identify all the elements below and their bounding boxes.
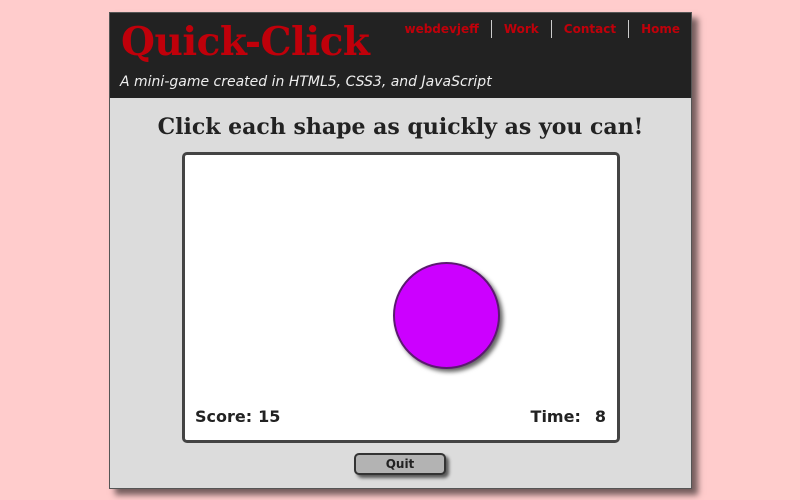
score-value: 15 — [258, 407, 281, 426]
time-label: Time: — [530, 407, 581, 426]
nav-link-work[interactable]: Work — [492, 22, 551, 36]
time-value: 8 — [594, 407, 606, 426]
game-instructions: Click each shape as quickly as you can! — [157, 114, 644, 140]
nav-link-contact[interactable]: Contact — [552, 22, 628, 36]
time-display: Time: 8 — [531, 407, 606, 426]
site-header: Quick-Click A mini-game created in HTML5… — [110, 13, 691, 98]
game-board[interactable]: Score: 15 Time: 8 — [182, 152, 620, 443]
target-shape-circle[interactable] — [393, 262, 500, 369]
page-container: Quick-Click A mini-game created in HTML5… — [109, 12, 692, 489]
score-display: Score: 15 — [195, 407, 280, 426]
nav-link-home[interactable]: Home — [629, 22, 680, 36]
top-nav: webdevjeff Work Contact Home — [392, 19, 680, 39]
quit-button[interactable]: Quit — [354, 453, 446, 475]
nav-link-webdevjeff[interactable]: webdevjeff — [392, 22, 490, 36]
site-logo[interactable]: Quick-Click — [121, 19, 370, 65]
site-tagline: A mini-game created in HTML5, CSS3, and … — [120, 74, 492, 90]
score-label: Score: — [195, 407, 253, 426]
